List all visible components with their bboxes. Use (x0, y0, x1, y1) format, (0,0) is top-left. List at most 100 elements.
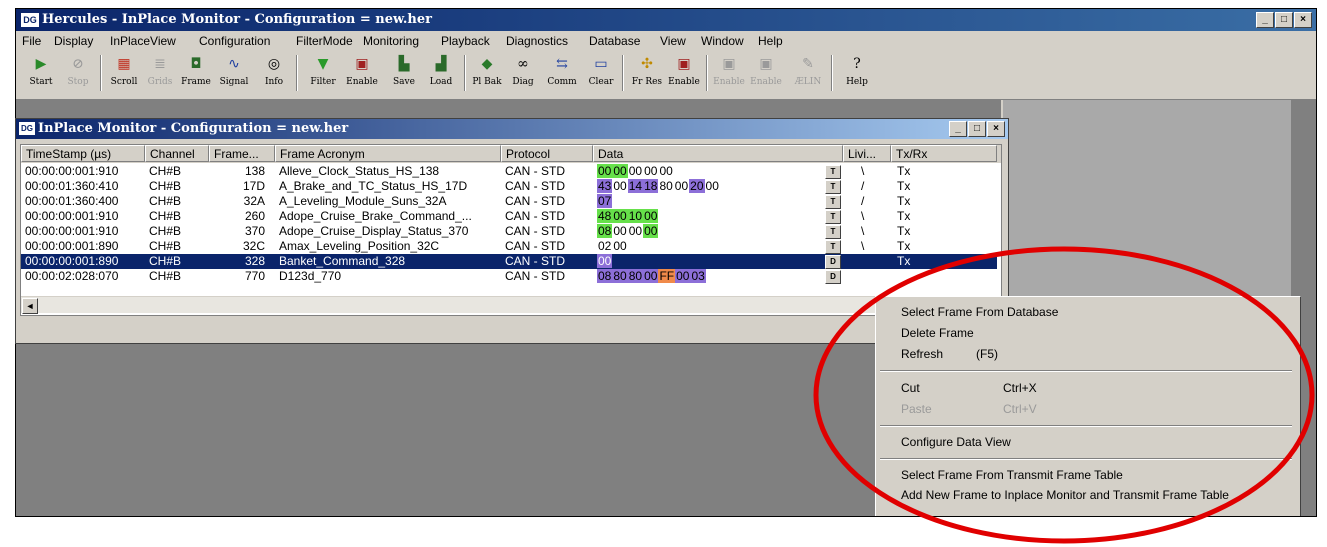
menu-window[interactable]: Window (701, 34, 744, 48)
pen-icon: ✎ (802, 56, 814, 72)
filter-button[interactable]: ▼ Filter (303, 55, 343, 87)
data-byte: 00 (628, 164, 643, 178)
cell-timestamp: 00:00:02:028:070 (25, 269, 119, 283)
inplace-monitor-title-bar[interactable]: DG InPlace Monitor - Configuration = new… (16, 119, 1008, 139)
close-button[interactable]: × (1294, 12, 1312, 28)
transmit-toggle-button[interactable]: T (825, 180, 841, 194)
data-byte: 00 (643, 224, 659, 238)
signal-button[interactable]: ∿ Signal (214, 55, 254, 87)
data-byte: 00 (628, 224, 643, 238)
cell-protocol: CAN - STD (505, 209, 565, 223)
main-title-bar[interactable]: DG Hercules - InPlace Monitor - Configur… (16, 9, 1316, 31)
minimize-button[interactable]: _ (1256, 12, 1274, 28)
col-frame-acronym[interactable]: Frame Acronym (275, 145, 501, 162)
transmit-toggle-button[interactable]: T (825, 195, 841, 209)
playback-label: Pl Bak (472, 77, 502, 87)
table-row[interactable]: 00:00:01:360:410 CH#B 17D A_Brake_and_TC_St… (21, 179, 997, 194)
cell-frame-id: 370 (244, 224, 265, 238)
menu-inplaceview[interactable]: InPlaceView (110, 34, 176, 48)
enable-r-button[interactable]: ▣ Enable (664, 55, 704, 87)
transmit-toggle-button[interactable]: T (825, 210, 841, 224)
scroll-left-arrow-icon[interactable]: ◄ (22, 298, 38, 314)
child-minimize-button[interactable]: _ (949, 121, 967, 137)
col-timestamp[interactable]: TimeStamp (µs) (21, 145, 145, 162)
load-button[interactable]: ▟ Load (421, 55, 461, 87)
cell-txrx: Tx (897, 194, 911, 208)
cell-timestamp: 00:00:00:001:890 (25, 239, 119, 253)
cell-data: 00 (597, 254, 823, 269)
child-maximize-button[interactable]: □ (968, 121, 986, 137)
enable-icon: ▣ (355, 56, 369, 72)
cell-channel: CH#B (149, 209, 182, 223)
enable-r-label: Enable (668, 77, 700, 87)
enable-u-button[interactable]: ▣ Enable (709, 55, 749, 87)
toolbar-separator (464, 55, 466, 91)
cell-frame-id: 770 (244, 269, 265, 283)
cell-protocol: CAN - STD (505, 239, 565, 253)
col-txrx[interactable]: Tx/Rx (891, 145, 997, 162)
start-button[interactable]: ▶ Start (21, 55, 61, 87)
stop-button[interactable]: ⊘ Stop (58, 55, 98, 87)
menu-monitoring[interactable]: Monitoring (363, 34, 419, 48)
grids-button[interactable]: ≣ Grids (140, 55, 180, 87)
enable-p-button[interactable]: ▣ Enable (746, 55, 786, 87)
frame-res-button[interactable]: ✣ Fr Res (627, 55, 667, 87)
table-row[interactable]: 00:00:00:001:910 CH#B 138 Alleve_Clock_Stat… (21, 164, 997, 179)
menu-file[interactable]: File (22, 34, 41, 48)
cell-timestamp: 00:00:00:001:910 (25, 209, 119, 223)
filter-enable-button[interactable]: ▣ Enable (342, 55, 382, 87)
menu-filtermode[interactable]: FilterMode (296, 34, 353, 48)
filter-enable-label: Enable (346, 77, 378, 87)
cell-timestamp: 00:00:01:360:410 (25, 179, 119, 193)
col-data[interactable]: Data (593, 145, 843, 162)
frame-button[interactable]: ◘ Frame (176, 55, 216, 87)
cell-frame-id: 32C (242, 239, 265, 253)
load-label: Load (429, 77, 453, 87)
scroll-button[interactable]: ▦ Scroll (104, 55, 144, 87)
menu-help[interactable]: Help (758, 34, 783, 48)
table-row[interactable]: 00:00:01:360:400 CH#B 32A A_Leveling_Module… (21, 194, 997, 209)
annotation-ellipse (813, 246, 1315, 544)
data-byte: 48 (597, 209, 613, 223)
cell-frame-acronym: Alleve_Clock_Status_HS_138 (279, 164, 440, 178)
save-button[interactable]: ▙ Save (384, 55, 424, 87)
table-row[interactable]: 00:00:00:001:910 CH#B 370 Adope_Cruise_Disp… (21, 224, 997, 239)
menu-display[interactable]: Display (54, 34, 93, 48)
menu-diagnostics[interactable]: Diagnostics (506, 34, 568, 48)
menu-playback[interactable]: Playback (441, 34, 490, 48)
clear-icon: ▭ (594, 56, 608, 72)
scroll-label: Scroll (110, 77, 138, 87)
enable-p-label: Enable (750, 77, 782, 87)
transmit-toggle-button[interactable]: T (825, 165, 841, 179)
cell-channel: CH#B (149, 269, 182, 283)
transmit-toggle-button[interactable]: T (825, 225, 841, 239)
frame-label: Frame (181, 77, 211, 87)
maximize-button[interactable]: □ (1275, 12, 1293, 28)
clear-button[interactable]: ▭ Clear (581, 55, 621, 87)
menu-database[interactable]: Database (589, 34, 640, 48)
col-live[interactable]: Livi... (843, 145, 891, 162)
playback-button[interactable]: ◆ Pl Bak (467, 55, 507, 87)
col-protocol[interactable]: Protocol (501, 145, 593, 162)
cell-frame-id: 32A (243, 194, 265, 208)
info-button[interactable]: ◎ Info (254, 55, 294, 87)
data-byte: 00 (612, 164, 628, 178)
menu-view[interactable]: View (660, 34, 686, 48)
col-channel[interactable]: Channel (145, 145, 209, 162)
diag-button[interactable]: ∞ Diag (503, 55, 543, 87)
child-close-button[interactable]: × (987, 121, 1005, 137)
col-frame[interactable]: Frame... (209, 145, 275, 162)
filter-icon: ▼ (317, 56, 329, 72)
save-label: Save (393, 77, 415, 87)
comm-button[interactable]: ⇆ Comm (542, 55, 582, 87)
menu-configuration[interactable]: Configuration (199, 34, 270, 48)
data-byte: 07 (597, 194, 613, 208)
table-row[interactable]: 00:00:00:001:910 CH#B 260 Adope_Cruise_Brak… (21, 209, 997, 224)
inplace-monitor-title: InPlace Monitor - Configuration = new.he… (38, 121, 349, 136)
help-button[interactable]: ? Help (837, 55, 877, 87)
toolbar-separator (296, 55, 298, 91)
annotation-ellipse-shape (813, 246, 1315, 544)
cell-txrx: Tx (897, 179, 911, 193)
lin-button[interactable]: ✎ ÆLIN (788, 55, 828, 87)
start-icon: ▶ (35, 56, 47, 72)
